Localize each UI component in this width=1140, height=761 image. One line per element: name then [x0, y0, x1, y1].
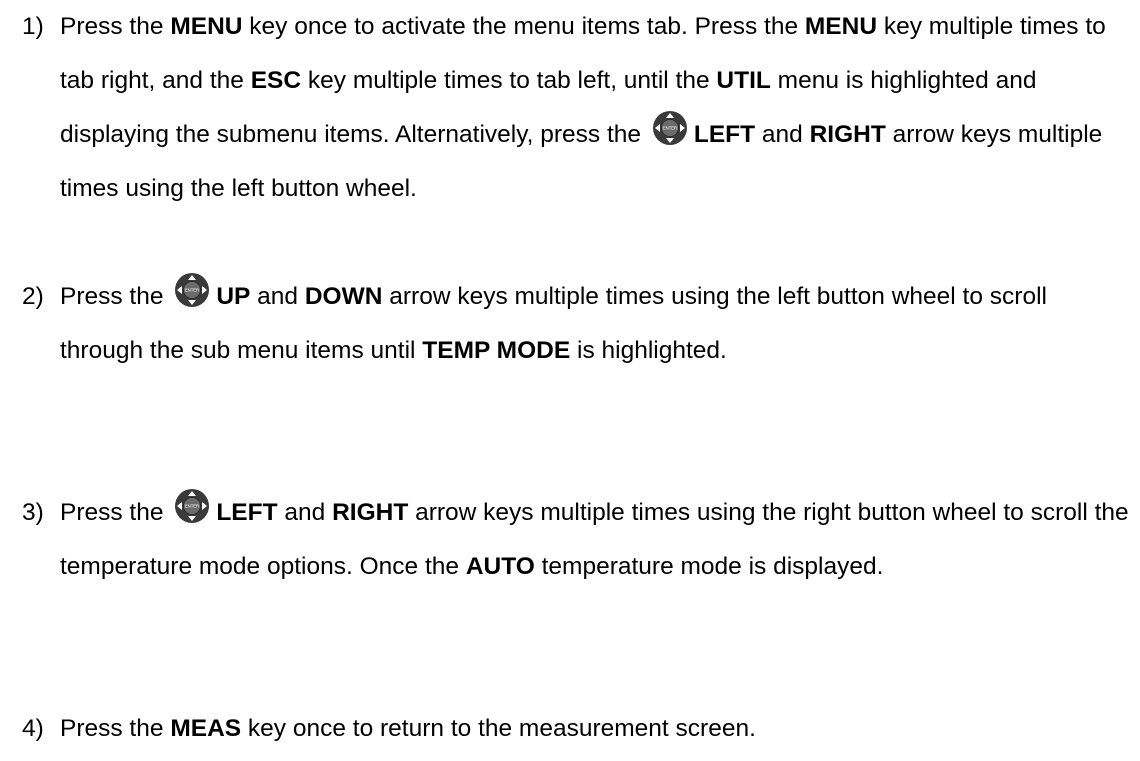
step-text: Press the MENU key once to activate the …: [60, 13, 1106, 202]
step-number: 3): [22, 499, 44, 526]
step-3: 3) Press the ENTER LEFT and RIGHT arrow k…: [22, 486, 1132, 594]
key-name: LEFT: [216, 499, 278, 526]
key-name: MENU: [170, 13, 243, 40]
step-text: Press the MEAS key once to return to the…: [60, 715, 756, 742]
key-name: ESC: [250, 67, 302, 94]
instructions-document: 1) Press the MENU key once to activate t…: [0, 0, 1140, 761]
enter-button-wheel-icon: ENTER: [652, 110, 688, 146]
key-name: MEAS: [170, 715, 242, 742]
key-name: LEFT: [693, 121, 756, 148]
key-name: MENU: [804, 13, 878, 40]
key-name: UP: [216, 283, 251, 310]
step-text: Press the ENTER LEFT and RIGHT arrow keys…: [60, 486, 1132, 594]
key-name: AUTO: [465, 553, 535, 580]
step-number: 1): [22, 13, 44, 40]
key-name: DOWN: [304, 283, 383, 310]
step-1: 1) Press the MENU key once to activate t…: [22, 0, 1132, 216]
key-name: UTIL: [716, 67, 771, 94]
step-text: Press the ENTER UP and DOWN arrow keys mu…: [60, 270, 1132, 378]
key-name: TEMP MODE: [422, 337, 571, 364]
step-number: 2): [22, 283, 44, 310]
enter-button-wheel-icon: ENTER: [174, 272, 210, 308]
svg-text:ENTER: ENTER: [663, 126, 677, 131]
step-number: 4): [22, 715, 44, 742]
step-4: 4) Press the MEAS key once to return to …: [22, 702, 1132, 756]
svg-text:ENTER: ENTER: [185, 504, 199, 509]
svg-text:ENTER: ENTER: [185, 288, 199, 293]
key-name: RIGHT: [809, 121, 886, 148]
enter-button-wheel-icon: ENTER: [174, 488, 210, 524]
step-2: 2) Press the ENTER UP and DOWN arrow keys…: [22, 270, 1132, 378]
key-name: RIGHT: [332, 499, 409, 526]
